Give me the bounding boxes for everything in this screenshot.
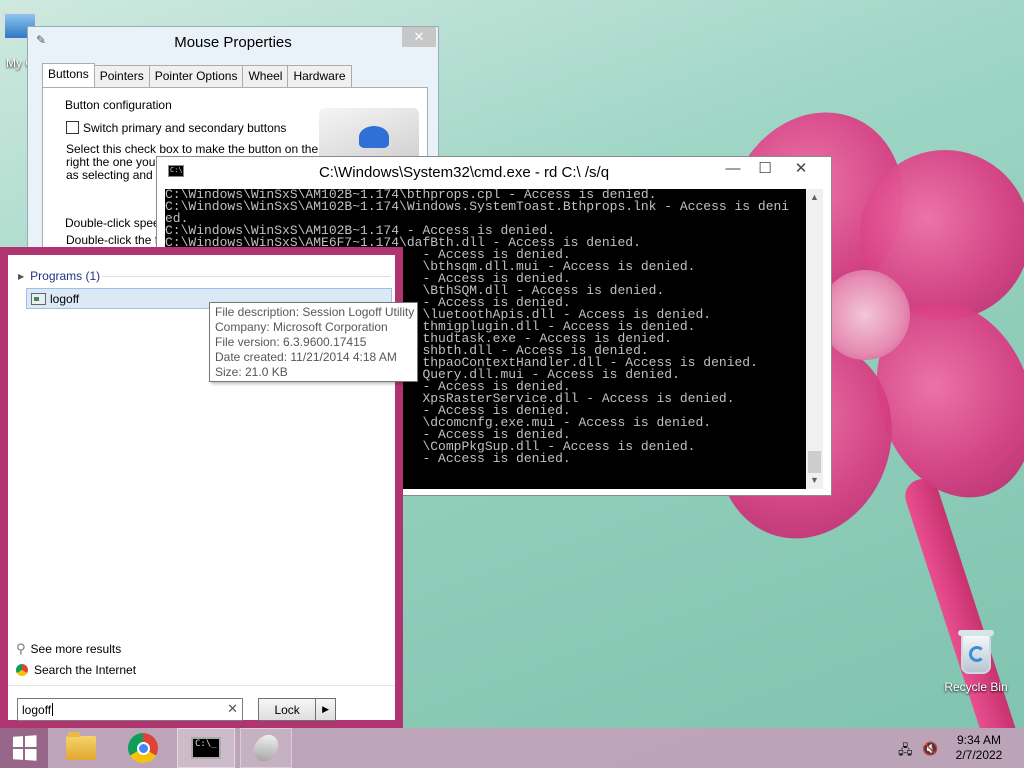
volume-muted-icon[interactable]: 🔇 [922, 741, 938, 757]
maximize-button[interactable]: ☐ [749, 157, 781, 179]
programs-section-header[interactable]: ▶ Programs (1) [18, 269, 100, 283]
tab-hardware[interactable]: Hardware [287, 65, 352, 89]
switch-buttons-checkbox[interactable] [66, 121, 79, 134]
tooltip-file-description: File description: Session Logoff Utility [215, 305, 415, 319]
flower-center [820, 270, 910, 360]
system-clock[interactable]: 9:34 AM 2/7/2022 [944, 733, 1014, 763]
button-configuration-label: Button configuration [65, 98, 172, 112]
start-button[interactable] [0, 728, 48, 768]
window-title: Mouse Properties [174, 33, 292, 51]
tooltip-company: Company: Microsoft Corporation [215, 320, 388, 334]
see-more-results-link[interactable]: ⚲ See more results [16, 641, 121, 657]
application-icon [31, 292, 46, 305]
recycle-bin-desktop-icon[interactable]: Recycle Bin [940, 630, 1012, 694]
file-info-tooltip: File description: Session Logoff Utility… [209, 302, 418, 382]
maximize-icon: ☐ [758, 160, 772, 177]
panel-divider [8, 685, 395, 686]
double-click-speed-label: Double-click speed [65, 216, 167, 230]
tooltip-size: Size: 21.0 KB [215, 365, 288, 379]
taskbar-cmd[interactable]: C:\_ [177, 728, 235, 768]
tab-pointer-options[interactable]: Pointer Options [148, 65, 244, 89]
clock-date: 2/7/2022 [955, 748, 1003, 762]
clear-search-icon[interactable]: ✕ [227, 701, 238, 717]
scroll-down-arrow-icon[interactable]: ▼ [806, 472, 823, 489]
tooltip-file-version: File version: 6.3.9600.17415 [215, 335, 367, 349]
button-config-description: Select this check box to make the button… [66, 142, 319, 156]
programs-section-label: Programs (1) [30, 269, 101, 283]
lock-button[interactable]: Lock ▶ [258, 698, 336, 721]
taskbar-mouse-properties[interactable] [240, 728, 292, 768]
mouse-properties-titlebar[interactable]: ✎ Mouse Properties ✕ [28, 27, 438, 57]
search-internet-label: Search the Internet [34, 663, 137, 677]
search-icon: ⚲ [16, 641, 26, 656]
chrome-icon [16, 664, 28, 676]
close-button[interactable]: ✕ [785, 157, 817, 179]
minimize-button[interactable]: — [717, 157, 749, 179]
expand-triangle-icon: ▶ [18, 271, 25, 281]
taskbar: C:\_ 🖧 🔇 9:34 AM 2/7/2022 [0, 728, 1024, 768]
recycle-bin-icon [958, 630, 994, 674]
cmd-icon: C:\_ [191, 737, 221, 759]
tab-wheel[interactable]: Wheel [242, 65, 289, 89]
network-icon[interactable]: 🖧 [898, 741, 913, 763]
lock-button-label: Lock [274, 702, 300, 717]
windows-logo-icon [12, 735, 37, 761]
close-button[interactable]: ✕ [402, 27, 436, 47]
result-label: logoff [50, 291, 80, 306]
search-input[interactable]: logoff ✕ [17, 698, 243, 721]
switch-buttons-label[interactable]: Switch primary and secondary buttons [83, 121, 286, 135]
minimize-icon: — [725, 159, 741, 177]
chrome-icon [128, 733, 158, 763]
close-icon: ✕ [794, 160, 808, 177]
desktop-icon-label: Recycle Bin [944, 680, 1008, 694]
taskbar-file-explorer[interactable] [58, 728, 104, 768]
mouse-icon [248, 730, 284, 766]
cmd-titlebar[interactable]: C:\ C:\Windows\System32\cmd.exe - rd C:\… [157, 157, 831, 187]
section-divider [102, 276, 390, 277]
double-click-description: Double-click the fol [66, 233, 168, 247]
scroll-thumb[interactable] [808, 451, 821, 473]
tab-pointers[interactable]: Pointers [93, 65, 150, 89]
clock-time: 9:34 AM [956, 733, 1002, 747]
search-input-value: logoff [22, 702, 52, 717]
see-more-results-label: See more results [30, 642, 122, 656]
taskbar-chrome[interactable] [120, 728, 166, 768]
search-internet-link[interactable]: Search the Internet [16, 663, 136, 677]
mouse-properties-tabs: Buttons Pointers Pointer Options Wheel H… [42, 63, 352, 89]
power-options-arrow-icon[interactable]: ▶ [315, 699, 335, 720]
console-scrollbar[interactable]: ▲ ▼ [806, 189, 823, 489]
folder-icon [66, 732, 96, 760]
close-icon: ✕ [413, 29, 425, 44]
scroll-up-arrow-icon[interactable]: ▲ [806, 189, 823, 206]
text-cursor [52, 703, 54, 716]
console-line: C:\Windows\WinSxS\AM102B~1.174\Windows.S… [165, 199, 790, 214]
tab-buttons[interactable]: Buttons [42, 63, 95, 87]
tooltip-date-created: Date created: 11/21/2014 4:18 AM [215, 350, 397, 364]
